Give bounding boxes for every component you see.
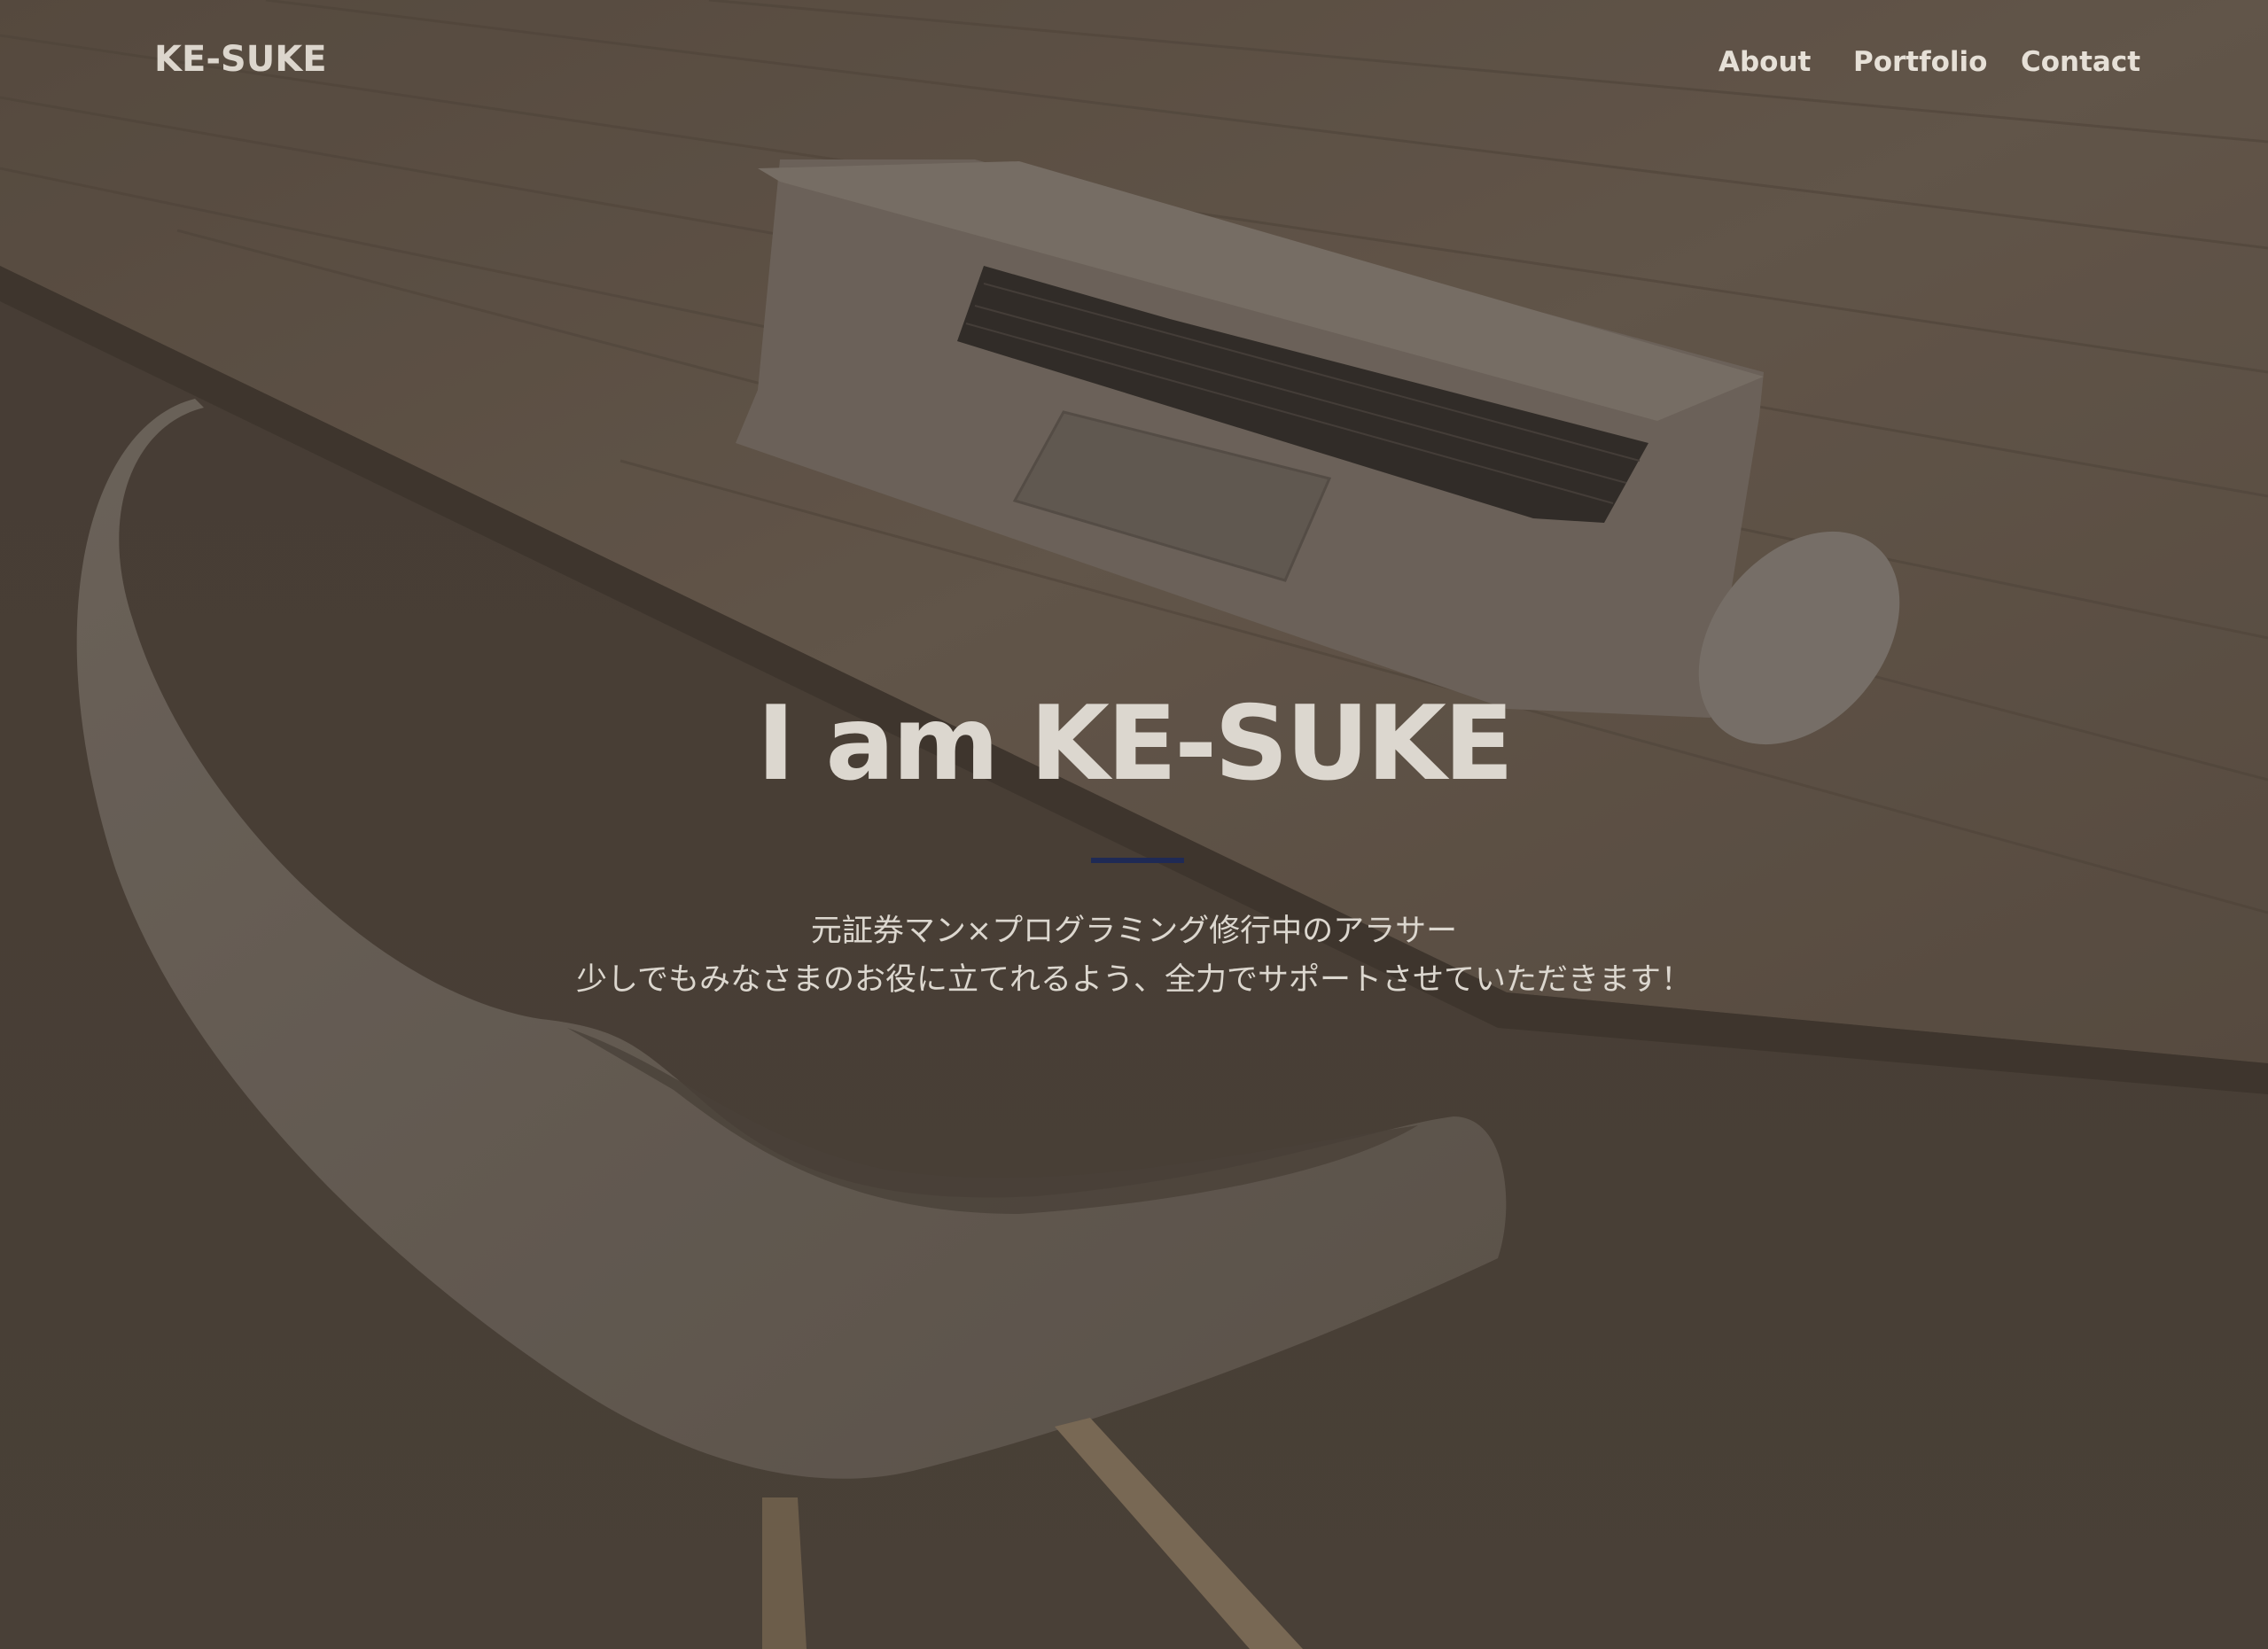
hero-tagline-line-2: 少しでもみなさまのお役に立てれるよう、全力でサポートさせていただきます！ xyxy=(576,962,1692,998)
title-divider xyxy=(1091,858,1184,863)
site-logo[interactable]: KE-SUKE xyxy=(154,39,327,80)
nav-item-portfolio[interactable]: Portfolio xyxy=(1853,46,1987,78)
hero-tagline-line-1: 元証券マン×プログラミング修行中のアラサー xyxy=(810,914,1458,949)
hero-section: KE-SUKE About Portfolio Contact I am KE-… xyxy=(0,0,2268,1649)
nav-item-contact[interactable]: Contact xyxy=(2021,46,2140,78)
site-header: KE-SUKE About Portfolio Contact xyxy=(0,0,2268,124)
nav-item-about[interactable]: About xyxy=(1719,46,1811,78)
hero-title: I am KE-SUKE xyxy=(756,684,1514,804)
hero-background-image xyxy=(0,0,2268,1649)
hero-overlay xyxy=(0,0,2268,1649)
